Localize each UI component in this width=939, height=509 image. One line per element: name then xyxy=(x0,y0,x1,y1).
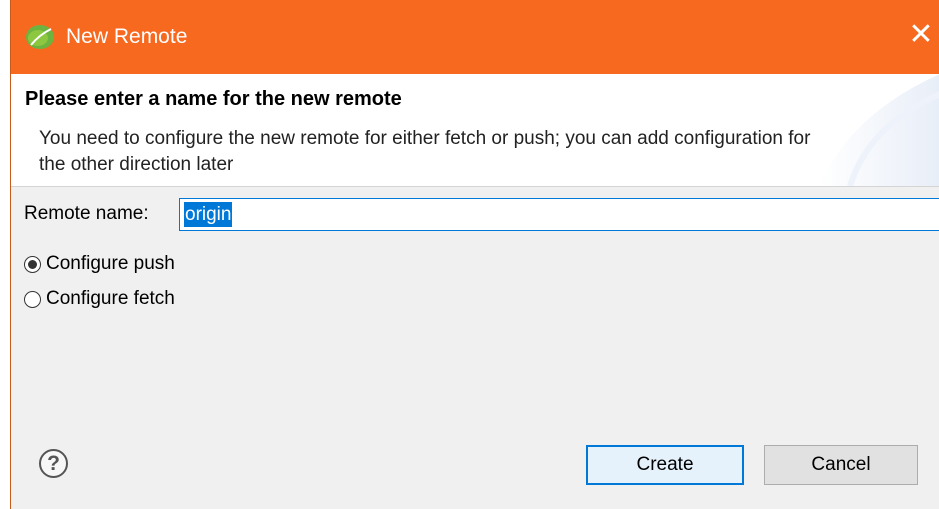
remote-name-label: Remote name: xyxy=(24,203,149,224)
radio-selected-icon[interactable] xyxy=(24,255,41,273)
cancel-button[interactable]: Cancel xyxy=(764,445,918,485)
help-icon[interactable]: ? xyxy=(39,449,68,478)
configure-push-label[interactable]: Configure push xyxy=(46,252,175,276)
banner-title: Please enter a name for the new remote xyxy=(25,88,402,110)
title-bar[interactable]: New Remote ✕ xyxy=(11,0,939,74)
close-icon[interactable]: ✕ xyxy=(906,18,936,52)
dialog-banner: Please enter a name for the new remote Y… xyxy=(11,74,939,186)
radio-unselected-icon[interactable] xyxy=(24,290,41,308)
new-remote-dialog: New Remote ✕ Please enter a name for the… xyxy=(10,0,939,509)
banner-divider xyxy=(11,186,939,187)
configure-fetch-radio[interactable]: Configure fetch xyxy=(24,286,175,312)
configure-fetch-label[interactable]: Configure fetch xyxy=(46,287,175,311)
window-title: New Remote xyxy=(66,25,188,48)
remote-name-value[interactable]: origin xyxy=(184,202,233,227)
configure-push-radio[interactable]: Configure push xyxy=(24,251,175,277)
create-button[interactable]: Create xyxy=(586,445,744,485)
remote-name-input[interactable]: origin xyxy=(179,198,939,231)
spring-leaf-icon xyxy=(25,23,56,51)
banner-description: You need to configure the new remote for… xyxy=(39,128,811,175)
